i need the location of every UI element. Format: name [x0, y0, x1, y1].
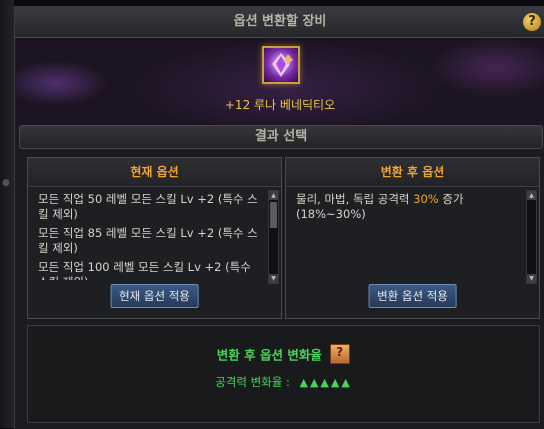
option-value: 30% [413, 192, 439, 206]
current-option-header: 현재 옵션 [28, 158, 281, 187]
crystal-item-icon[interactable] [262, 46, 300, 84]
window-title: 옵션 변환할 장비 [15, 7, 544, 38]
option-item: 모든 직업 100 레벨 모든 스킬 Lv +2 (특수 스킬 제외) [38, 260, 251, 280]
result-section-title: 결과 선택 [19, 125, 543, 149]
scroll-down-icon[interactable]: ▼ [527, 274, 536, 283]
change-rate-panel: 변환 후 옵션 변화율 공격력 변화율 : ▲▲▲▲▲ [27, 325, 540, 423]
crystal-glyph [272, 53, 293, 77]
apply-current-option-button[interactable]: 현재 옵션 적용 [110, 284, 199, 308]
option-item: 모든 직업 85 레벨 모든 스킬 Lv +2 (특수 스킬 제외) [38, 226, 258, 255]
option-item: 모든 직업 50 레벨 모든 스킬 Lv +2 (특수 스킬 제외) [38, 192, 258, 221]
scroll-up-icon[interactable]: ▲ [527, 191, 536, 200]
attack-change-rate-label: 공격력 변화율 : [215, 375, 290, 389]
after-option-panel: 변환 후 옵션 물리, 마법, 독립 공격력 30% 증가 (18%~30%) … [285, 157, 540, 319]
change-rate-title-text: 변환 후 옵션 변화율 [216, 347, 322, 363]
help-book-icon[interactable] [330, 344, 351, 364]
attack-change-rate: 공격력 변화율 : ▲▲▲▲▲ [28, 374, 539, 390]
left-edge: ● [0, 0, 14, 428]
option-conversion-window: 옵션 변환할 장비 ? +12 루나 베네딕티오 결과 선택 현재 옵션 모든 … [14, 6, 544, 429]
after-option-list: 물리, 마법, 독립 공격력 30% 증가 (18%~30%) [286, 190, 526, 280]
item-banner: +12 루나 베네딕티오 [16, 38, 544, 128]
current-option-panel: 현재 옵션 모든 직업 50 레벨 모든 스킬 Lv +2 (특수 스킬 제외)… [27, 157, 282, 319]
after-option-header: 변환 후 옵션 [286, 158, 539, 187]
scroll-up-icon[interactable]: ▲ [269, 191, 278, 200]
change-rate-title: 변환 후 옵션 변화율 [28, 344, 539, 364]
option-text: 물리, 마법, 독립 공격력 [296, 192, 414, 206]
scroll-thumb[interactable] [270, 202, 277, 228]
current-option-scrollbar[interactable]: ▲ ▼ [268, 190, 279, 284]
after-option-scrollbar[interactable]: ▲ ▼ [526, 190, 537, 284]
apply-converted-option-button[interactable]: 변환 옵션 적용 [368, 284, 457, 308]
scroll-down-icon[interactable]: ▼ [269, 274, 278, 283]
help-icon[interactable]: ? [523, 13, 541, 31]
edge-mark: ● [2, 178, 10, 188]
current-option-list: 모든 직업 50 레벨 모든 스킬 Lv +2 (특수 스킬 제외) 모든 직업… [28, 190, 268, 280]
rate-up-indicator: ▲▲▲▲▲ [299, 376, 352, 389]
item-name: +12 루나 베네딕티오 [224, 98, 336, 112]
option-item: 물리, 마법, 독립 공격력 30% 증가 (18%~30%) [286, 190, 526, 224]
